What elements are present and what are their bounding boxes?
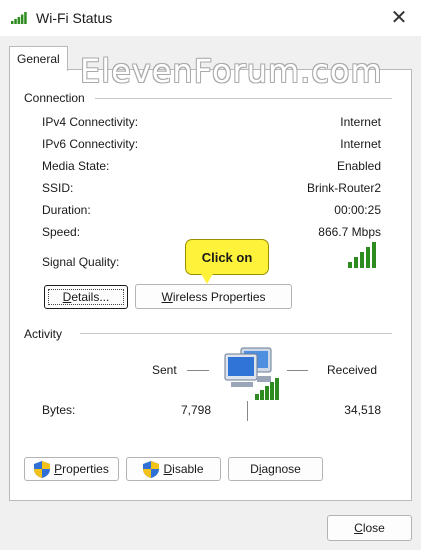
bytes-label: Bytes: [42,403,76,417]
signal-bar [360,252,364,268]
ipv6-value: Internet [340,137,381,151]
duration-label: Duration: [42,203,91,217]
title-bar: Wi-Fi Status ✕ [0,0,421,36]
wireless-properties-label: Wireless Properties [161,289,266,304]
received-line [287,370,308,371]
focus-ring [48,289,124,305]
details-button[interactable]: Details... [44,285,128,309]
ssid-label: SSID: [42,181,74,195]
ipv4-label: IPv4 Connectivity: [42,115,139,129]
media-state-value: Enabled [336,159,381,173]
diagnose-button-label: Diagnose [250,462,301,476]
sent-line [187,370,209,371]
ipv6-label: IPv6 Connectivity: [42,137,139,151]
speed-value: 866.7 Mbps [318,225,381,239]
signal-bar [348,262,352,268]
signal-quality-label: Signal Quality: [42,255,120,269]
disable-button-label: Disable [163,462,204,476]
watermark: ElevenForum.com [80,52,383,90]
tab-general[interactable]: General [9,46,68,71]
close-button-label: Close [354,521,385,535]
signal-quality-icon [348,242,376,268]
wifi-signal-icon [11,12,27,24]
media-state-label: Media State: [42,159,110,173]
close-button[interactable]: Close [327,515,412,541]
close-window-icon[interactable]: ✕ [388,7,410,29]
speed-label: Speed: [42,225,81,239]
ssid-value: Brink-Router2 [306,181,381,195]
sent-label: Sent [152,363,177,377]
connection-divider [95,98,392,99]
signal-bar [366,247,370,268]
ipv4-value: Internet [340,115,381,129]
bytes-received-value: 34,518 [344,403,381,417]
tab-general-label: General [17,52,60,66]
uac-shield-icon [143,460,160,478]
window-title: Wi-Fi Status [36,10,113,26]
disable-button[interactable]: Disable [126,457,221,481]
uac-shield-icon [34,460,51,478]
diagnose-button[interactable]: Diagnose [228,457,323,481]
activity-heading: Activity [24,327,63,341]
connection-heading: Connection [24,91,85,105]
received-label: Received [327,363,378,377]
bytes-sent-value: 7,798 [181,403,212,417]
properties-button[interactable]: Properties [24,457,119,481]
signal-bar [354,257,358,268]
duration-value: 00:00:25 [334,203,381,217]
bytes-divider [247,401,248,421]
activity-divider [80,333,392,334]
properties-button-label: Properties [54,462,109,476]
network-computers-icon [224,347,279,400]
callout-pointer [200,272,214,284]
click-on-callout: Click on [185,239,269,275]
wireless-properties-button[interactable]: Wireless Properties [135,284,292,309]
signal-bar [372,242,376,268]
